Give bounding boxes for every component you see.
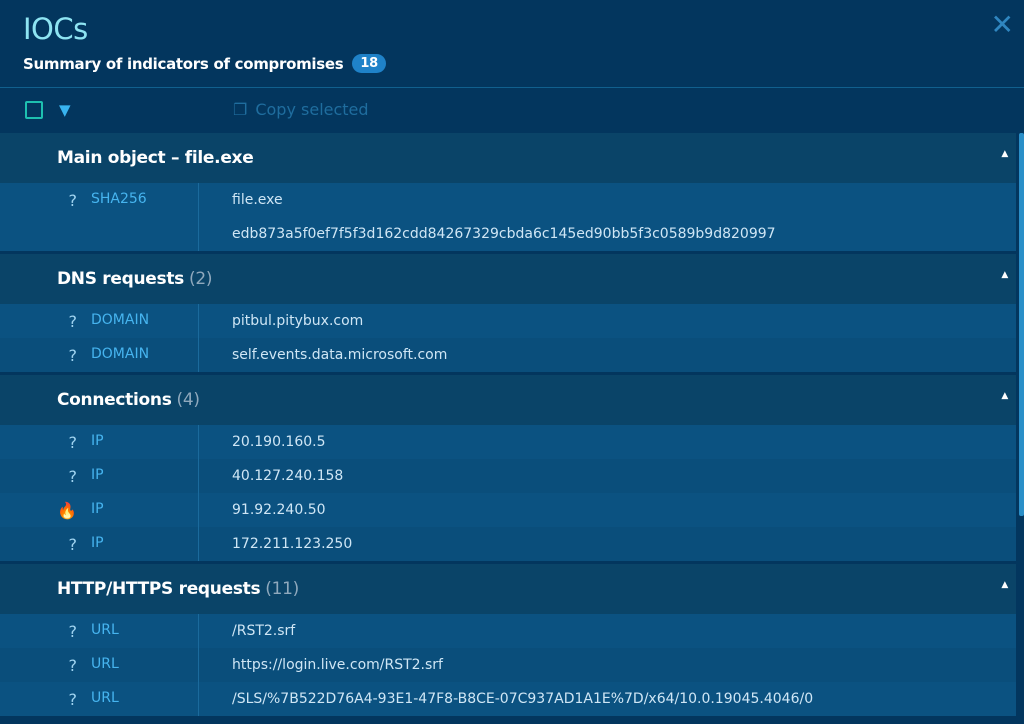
select-all-checkbox[interactable] [25, 101, 43, 119]
section-count: (2) [188, 269, 213, 289]
table-row[interactable]: ? IP 20.190.160.5 [0, 425, 1016, 459]
collapse-icon[interactable]: ▲ [1001, 580, 1008, 590]
ioc-value[interactable]: pitbul.pitybux.com [232, 304, 363, 338]
value-cell: /SLS/%7B522D76A4-93E1-47F8-B8CE-07C937AD… [199, 682, 813, 716]
ioc-value[interactable]: /RST2.srf [232, 614, 295, 648]
value-cell: /RST2.srf [199, 614, 295, 648]
section-header[interactable]: Connections (4) ▲ [0, 375, 1016, 425]
ioc-list: Main object – file.exe ▲? SHA256 file.exe ed… [0, 133, 1016, 724]
fire-icon: 🔥 [57, 501, 77, 520]
value-cell: 20.190.160.5 [199, 425, 326, 459]
unknown-icon: ? [68, 622, 78, 641]
toolbar: ▼ ❐ Copy selected [0, 88, 1024, 132]
ioc-type: SHA256 [91, 191, 147, 207]
type-cell: ? DOMAIN [0, 338, 199, 372]
section-title: Main object – file.exe [57, 148, 254, 168]
type-cell: ? URL [0, 648, 199, 682]
filter-icon[interactable]: ▼ [59, 101, 71, 119]
copy-selected-label: Copy selected [255, 100, 369, 119]
unknown-icon: ? [68, 191, 78, 210]
type-cell: ? URL [0, 682, 199, 716]
ioc-type: IP [91, 501, 104, 517]
type-cell: ? DOMAIN [0, 304, 199, 338]
value-cell: https://login.live.com/RST2.srf [199, 648, 443, 682]
value-cell: 91.92.240.50 [199, 493, 326, 527]
ioc-value[interactable]: 172.211.123.250 [232, 527, 352, 561]
value-cell: self.events.data.microsoft.com [199, 338, 447, 372]
copy-selected-button[interactable]: ❐ Copy selected [233, 100, 369, 119]
table-row[interactable]: ? URL/RST2.srf [0, 614, 1016, 648]
copy-icon: ❐ [233, 100, 248, 119]
ioc-value[interactable]: file.exe [232, 183, 776, 217]
table-row[interactable]: ? DOMAIN self.events.data.microsoft.com [0, 338, 1016, 372]
subtitle: Summary of indicators of compromises 18 [23, 54, 1001, 73]
unknown-icon: ? [68, 690, 78, 709]
section-header[interactable]: DNS requests (2) ▲ [0, 254, 1016, 304]
type-cell: ? IP [0, 459, 199, 493]
section-count: (11) [265, 579, 299, 599]
count-badge: 18 [352, 54, 386, 73]
ioc-type: URL [91, 656, 119, 672]
type-cell: ? URL [0, 614, 199, 648]
table-row[interactable]: 🔥 IP 91.92.240.50 [0, 493, 1016, 527]
section-rows: ? DOMAIN pitbul.pitybux.com? DOMAIN self.eve… [0, 304, 1016, 372]
value-cell: 172.211.123.250 [199, 527, 352, 561]
ioc-type: URL [91, 690, 119, 706]
ioc-value[interactable]: https://login.live.com/RST2.srf [232, 648, 443, 682]
unknown-icon: ? [68, 312, 78, 331]
table-row[interactable]: ? IP 172.211.123.250 [0, 527, 1016, 561]
value-cell: pitbul.pitybux.com [199, 304, 363, 338]
type-cell: ? IP [0, 527, 199, 561]
table-row[interactable]: ? URL https://login.live.com/RST2.srf [0, 648, 1016, 682]
subtitle-text: Summary of indicators of compromises [23, 54, 344, 73]
unknown-icon: ? [68, 433, 78, 452]
ioc-type: DOMAIN [91, 312, 150, 328]
value-cell: 40.127.240.158 [199, 459, 343, 493]
section-rows: ? URL/RST2.srf? URL https://login.live.com/… [0, 614, 1016, 716]
ioc-type: IP [91, 433, 104, 449]
table-row[interactable]: ? IP 40.127.240.158 [0, 459, 1016, 493]
section-title: HTTP/HTTPS requests [57, 579, 261, 599]
ioc-type: DOMAIN [91, 346, 150, 362]
collapse-icon[interactable]: ▲ [1001, 149, 1008, 159]
section-header[interactable]: HTTP/HTTPS requests (11) ▲ [0, 564, 1016, 614]
section-rows: ? SHA256 file.exe edb873a5f0ef7f5f3d162cdd8… [0, 183, 1016, 251]
close-icon[interactable]: ✕ [991, 8, 1014, 41]
type-cell: 🔥 IP [0, 493, 199, 527]
collapse-icon[interactable]: ▲ [1001, 270, 1008, 280]
ioc-type: URL [91, 622, 119, 638]
unknown-icon: ? [68, 656, 78, 675]
ioc-value[interactable]: self.events.data.microsoft.com [232, 338, 447, 372]
ioc-value[interactable]: /SLS/%7B522D76A4-93E1-47F8-B8CE-07C937AD… [232, 682, 813, 716]
value-cell: file.exe edb873a5f0ef7f5f3d162cdd84267329… [199, 183, 776, 251]
ioc-value[interactable]: edb873a5f0ef7f5f3d162cdd84267329cbda6c14… [232, 217, 776, 251]
table-row[interactable]: ? SHA256 file.exe edb873a5f0ef7f5f3d162cdd8… [0, 183, 1016, 251]
section-header[interactable]: Main object – file.exe ▲ [0, 133, 1016, 183]
page-title: IOCs [23, 12, 88, 46]
unknown-icon: ? [68, 535, 78, 554]
unknown-icon: ? [68, 467, 78, 486]
ioc-type: IP [91, 467, 104, 483]
section-count: (4) [176, 390, 200, 410]
table-row[interactable]: ? DOMAIN pitbul.pitybux.com [0, 304, 1016, 338]
section-rows: ? IP 20.190.160.5? IP 40.127.240.158 🔥 IP 91.92… [0, 425, 1016, 561]
scrollbar[interactable] [1019, 133, 1024, 516]
type-cell: ? IP [0, 425, 199, 459]
table-row[interactable]: ? URL/SLS/%7B522D76A4-93E1-47F8-B8CE-07C9… [0, 682, 1016, 716]
collapse-icon[interactable]: ▲ [1001, 391, 1008, 401]
ioc-value[interactable]: 40.127.240.158 [232, 459, 343, 493]
type-cell: ? SHA256 [0, 183, 199, 251]
dialog-header: IOCs Summary of indicators of compromise… [0, 0, 1024, 88]
unknown-icon: ? [68, 346, 78, 365]
section-title: Connections [57, 390, 172, 410]
ioc-value[interactable]: 20.190.160.5 [232, 425, 326, 459]
ioc-type: IP [91, 535, 104, 551]
ioc-value[interactable]: 91.92.240.50 [232, 493, 326, 527]
section-title: DNS requests [57, 269, 184, 289]
